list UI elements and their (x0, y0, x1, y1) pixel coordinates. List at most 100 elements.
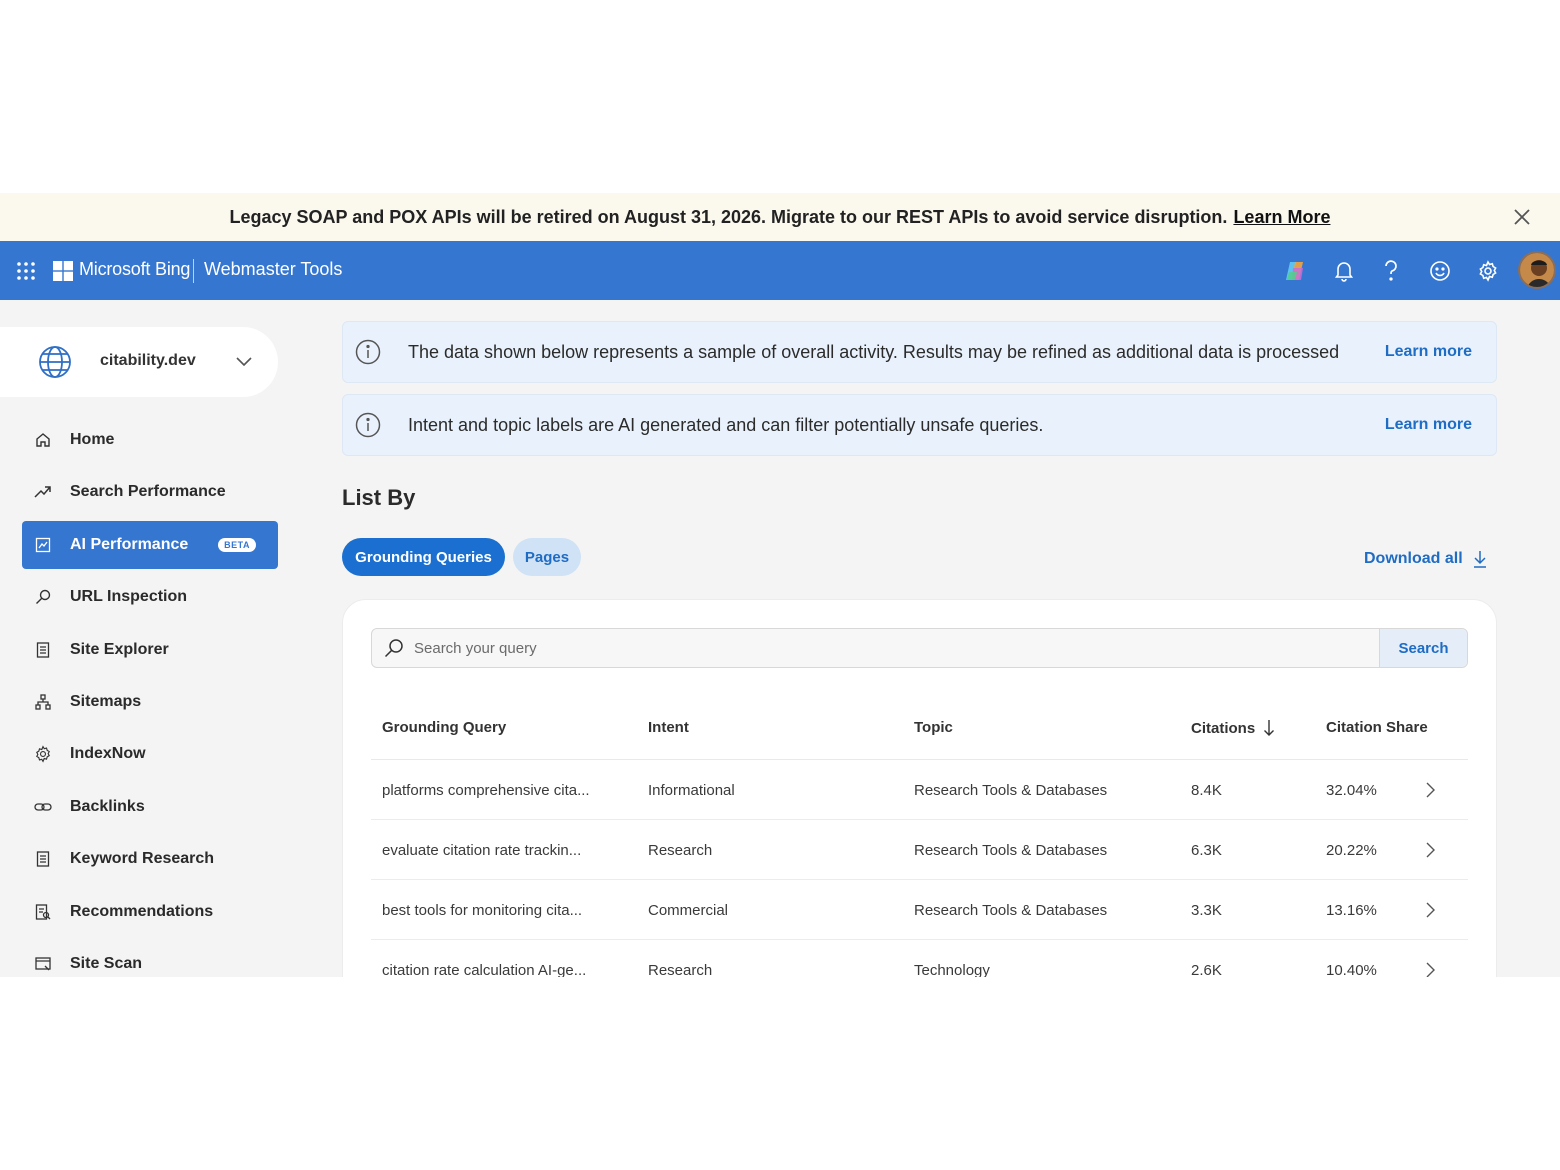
recommendations-icon (32, 901, 54, 923)
table-row[interactable]: platforms comprehensive cita... Informat… (371, 760, 1468, 820)
column-header-topic[interactable]: Topic (914, 719, 953, 736)
sidebar-item-keyword-research[interactable]: Keyword Research (22, 835, 278, 883)
top-bar: Microsoft Bing Webmaster Tools (0, 241, 1560, 300)
copilot-icon[interactable] (1282, 257, 1310, 285)
sidebar-item-home[interactable]: Home (22, 416, 278, 464)
cell-citations: 6.3K (1191, 842, 1222, 859)
link-icon (32, 796, 54, 818)
sidebar-item-ai-performance[interactable]: AI Performance BETA (22, 520, 278, 569)
product-name[interactable]: Webmaster Tools (204, 259, 342, 280)
cell-intent: Informational (648, 782, 735, 799)
cell-citations: 3.3K (1191, 902, 1222, 919)
sidebar-item-recommendations[interactable]: Recommendations (22, 888, 278, 936)
brand-name[interactable]: Microsoft Bing (79, 259, 190, 280)
cell-grounding-query: best tools for monitoring cita... (382, 902, 583, 919)
cell-topic: Technology (914, 962, 990, 977)
home-icon (32, 429, 54, 451)
download-all-button[interactable]: Download all (1364, 550, 1487, 568)
sidebar-item-backlinks[interactable]: Backlinks (22, 783, 278, 831)
sidebar-item-sitemaps[interactable]: Sitemaps (22, 678, 278, 726)
microsoft-logo-icon (53, 261, 73, 281)
chevron-down-icon (235, 354, 253, 368)
sidebar-item-url-inspection[interactable]: URL Inspection (22, 573, 278, 621)
info-icon (355, 339, 381, 365)
gear-icon (32, 743, 54, 765)
cell-grounding-query: platforms comprehensive cita... (382, 782, 590, 799)
cell-topic: Research Tools & Databases (914, 842, 1108, 859)
scan-icon (32, 953, 54, 975)
download-arrow-icon (1473, 551, 1486, 568)
learn-more-link[interactable]: Learn more (1385, 416, 1472, 434)
announcement-banner: Legacy SOAP and POX APIs will be retired… (0, 193, 1560, 241)
sort-down-arrow-icon (1264, 720, 1275, 736)
bell-icon[interactable] (1330, 257, 1358, 285)
cell-citation-share: 20.22% (1326, 842, 1377, 859)
search-input[interactable] (414, 629, 1374, 667)
search-button[interactable]: Search (1379, 629, 1467, 667)
column-header-intent[interactable]: Intent (648, 719, 689, 736)
sidebar-item-indexnow[interactable]: IndexNow (22, 730, 278, 778)
notice-text: Intent and topic labels are AI generated… (408, 415, 1044, 435)
search-icon (384, 638, 404, 658)
chevron-right-icon[interactable] (1424, 962, 1436, 977)
queries-card: Search Grounding Query Intent Topic Cita… (342, 599, 1497, 977)
sidebar-nav: Home Search Performance AI Performance B… (22, 416, 278, 977)
chevron-right-icon[interactable] (1424, 782, 1436, 798)
sidebar-item-site-explorer[interactable]: Site Explorer (22, 626, 278, 674)
settings-gear-icon[interactable] (1474, 257, 1502, 285)
download-all-label: Download all (1364, 550, 1463, 567)
sidebar-item-search-performance[interactable]: Search Performance (22, 468, 278, 516)
column-header-label: Citations (1191, 719, 1256, 737)
sidebar-item-site-scan[interactable]: Site Scan (22, 940, 278, 977)
ai-labels-notice: Intent and topic labels are AI generated… (342, 394, 1497, 456)
column-header-citations[interactable]: Citations (1191, 719, 1275, 737)
cell-topic: Research Tools & Databases (914, 902, 1108, 919)
search-icon (32, 586, 54, 608)
sidebar-item-label: Home (70, 431, 115, 448)
document-icon (32, 848, 54, 870)
cell-grounding-query: evaluate citation rate trackin... (382, 842, 582, 859)
learn-more-link[interactable]: Learn more (1385, 343, 1472, 361)
tab-pages[interactable]: Pages (513, 538, 581, 576)
trend-icon (32, 481, 54, 503)
help-icon[interactable] (1377, 257, 1405, 285)
notice-text: The data shown below represents a sample… (408, 342, 1340, 362)
sitemap-icon (32, 691, 54, 713)
chevron-right-icon[interactable] (1424, 842, 1436, 858)
site-selector[interactable]: citability.dev (0, 327, 278, 397)
table-row[interactable]: best tools for monitoring cita... Commer… (371, 880, 1468, 940)
sidebar-item-label: Search Performance (70, 483, 226, 501)
cell-grounding-query: citation rate calculation AI-ge... (382, 962, 587, 977)
site-name: citability.dev (100, 352, 196, 369)
cell-citations: 2.6K (1191, 962, 1222, 977)
document-icon (32, 639, 54, 661)
sidebar-item-label: Recommendations (70, 902, 214, 920)
info-icon (355, 412, 381, 438)
chevron-right-icon[interactable] (1424, 902, 1436, 918)
close-icon[interactable] (1512, 207, 1532, 227)
column-header-citation-share[interactable]: Citation Share (1326, 719, 1428, 736)
user-avatar[interactable] (1518, 251, 1556, 289)
banner-learn-more-link[interactable]: Learn More (1233, 207, 1330, 228)
cell-citations: 8.4K (1191, 782, 1222, 799)
tab-grounding-queries[interactable]: Grounding Queries (342, 538, 505, 576)
sidebar-item-label: AI Performance (70, 535, 189, 553)
column-header-grounding-query[interactable]: Grounding Query (382, 719, 506, 736)
sidebar-item-label: URL Inspection (70, 588, 188, 606)
cell-citation-share: 10.40% (1326, 962, 1377, 977)
cell-intent: Commercial (648, 902, 729, 919)
sidebar-item-label: Site Explorer (70, 640, 169, 658)
brand-divider (193, 259, 194, 283)
sidebar-item-label: Keyword Research (70, 850, 215, 868)
globe-icon (38, 345, 72, 379)
sample-data-notice: The data shown below represents a sample… (342, 321, 1497, 383)
banner-message: Legacy SOAP and POX APIs will be retired… (229, 206, 1228, 227)
sidebar-item-label: IndexNow (70, 745, 146, 763)
beta-badge: BETA (218, 537, 256, 552)
feedback-smiley-icon[interactable] (1426, 257, 1454, 285)
sidebar-item-label: Sitemaps (70, 692, 142, 710)
table-row[interactable]: citation rate calculation AI-ge... Resea… (371, 940, 1468, 977)
app-launcher-icon[interactable] (16, 261, 36, 281)
table-row[interactable]: evaluate citation rate trackin... Resear… (371, 820, 1468, 880)
ai-chart-icon (32, 534, 54, 556)
